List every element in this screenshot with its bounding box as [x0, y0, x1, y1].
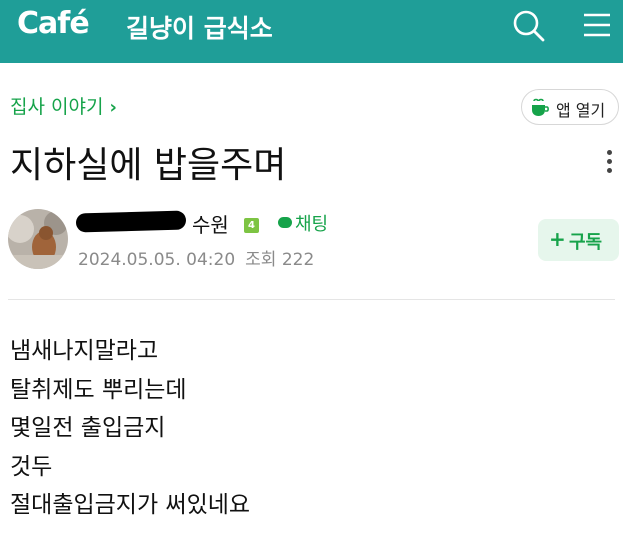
- author-name[interactable]: 수원: [192, 209, 229, 238]
- chat-link[interactable]: 채팅: [278, 210, 328, 236]
- post-date: 2024.05.05. 04:20: [78, 250, 236, 270]
- board-name: 집사 이야기: [10, 96, 104, 118]
- top-bar: Café 길냥이 급식소: [0, 0, 623, 63]
- cafe-logo[interactable]: Café: [17, 6, 90, 41]
- view-count: 조회 222: [245, 250, 315, 270]
- body-line: 것두: [10, 453, 53, 480]
- chevron-right-icon: ›: [109, 97, 117, 118]
- menu-button[interactable]: [582, 11, 612, 39]
- subscribe-button[interactable]: + 구독: [538, 219, 619, 261]
- post-title: 지하실에 밥을주며: [10, 145, 287, 186]
- body-line: 냄새나지말라고: [10, 338, 159, 364]
- subscribe-label: 구독: [569, 232, 603, 253]
- open-app-label: 앱 열기: [556, 101, 606, 120]
- body-line: 몇일전 출입금지: [10, 415, 166, 441]
- menu-icon: [584, 13, 610, 37]
- cafe-name[interactable]: 길냥이 급식소: [126, 9, 273, 45]
- more-vertical-icon: [597, 150, 621, 173]
- avatar-image: [8, 209, 68, 269]
- divider: [8, 299, 615, 300]
- search-icon: [513, 10, 545, 42]
- more-options-button[interactable]: [597, 146, 621, 180]
- body-line: 탈취제도 뿌리는데: [10, 376, 187, 403]
- body-line: 절대출입금지가 써있네요: [10, 492, 251, 518]
- level-badge: 4: [244, 218, 259, 233]
- author-avatar[interactable]: [8, 209, 68, 269]
- cup-icon: [532, 98, 549, 116]
- post-meta: 2024.05.05. 04:20 조회 222: [78, 245, 314, 270]
- post-body: 냄새나지말라고 탈취제도 뿌리는데 몇일전 출입금지 것두 절대출입금지가 써있…: [10, 332, 250, 525]
- redacted-nickname: [75, 210, 187, 233]
- chat-label: 채팅: [295, 214, 329, 235]
- board-link[interactable]: 집사 이야기 ›: [10, 92, 117, 119]
- search-button[interactable]: [512, 9, 546, 43]
- plus-icon: +: [549, 227, 566, 251]
- open-app-button[interactable]: 앱 열기: [521, 89, 619, 125]
- chat-bubble-icon: [278, 217, 292, 228]
